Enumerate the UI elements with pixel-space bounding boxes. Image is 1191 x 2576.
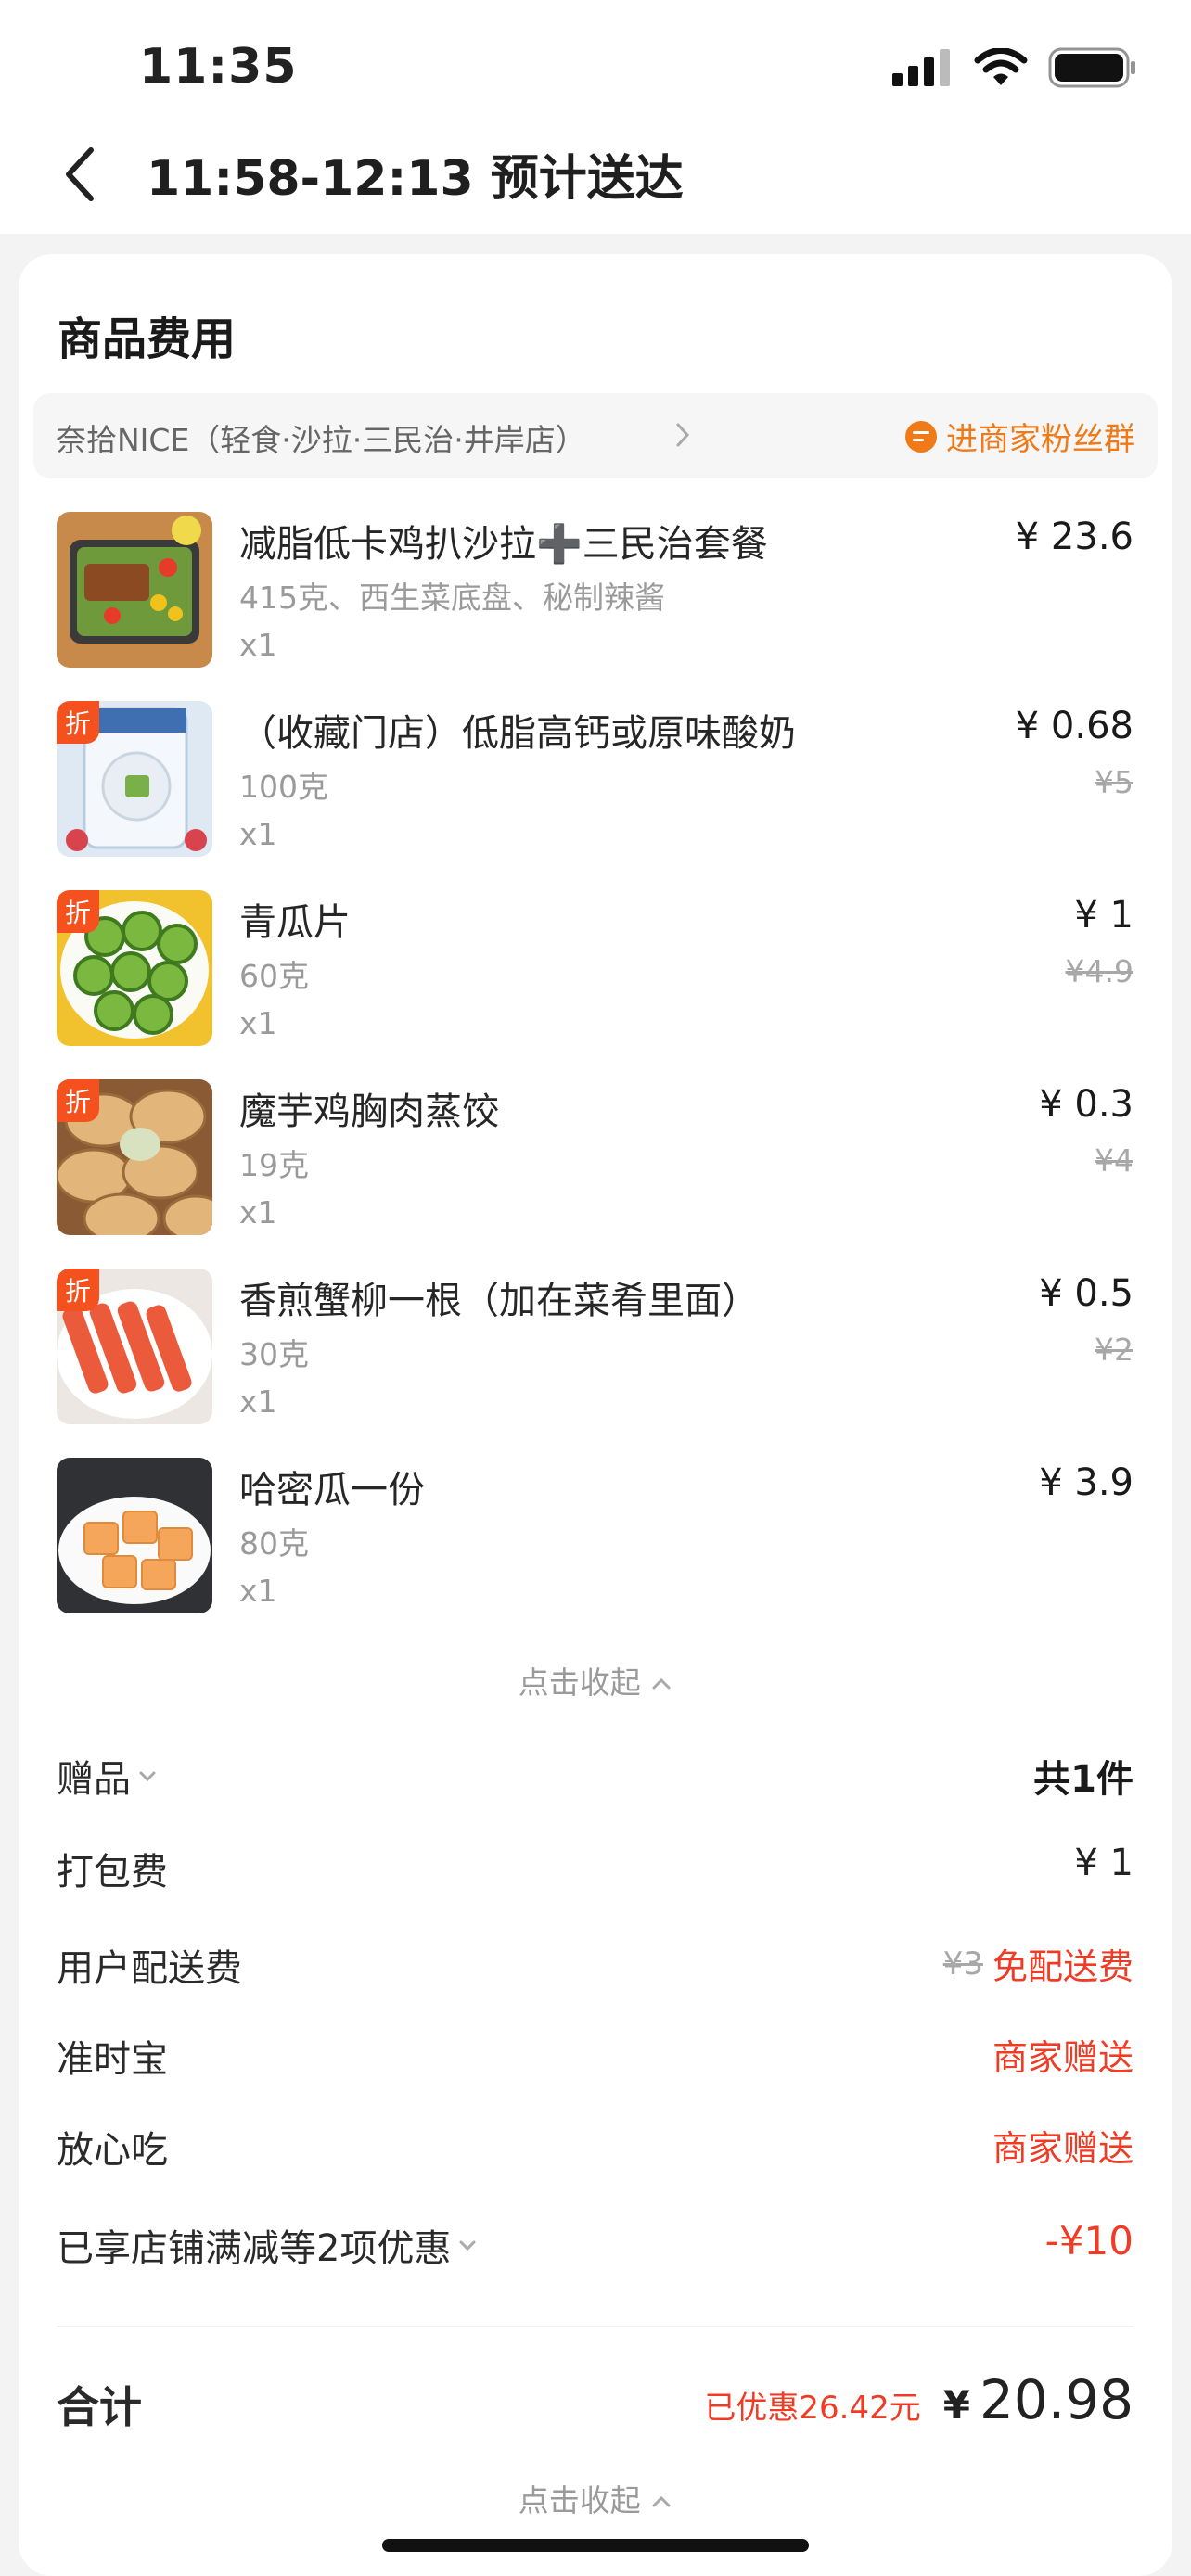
gift-label-wrap: 赠品 — [57, 1749, 159, 1803]
gift-label: 赠品 — [57, 1758, 131, 1801]
melon-image — [57, 1458, 212, 1613]
signal-icon — [892, 49, 950, 86]
order-item[interactable]: 折 （收藏门店）低脂高钙或原味酸奶 100克 x1 ¥ 0.68 ¥5 — [19, 701, 1172, 868]
delivery-value: 免配送费 — [992, 1946, 1133, 1987]
back-arrow-icon[interactable] — [54, 141, 109, 208]
collapse-label: 点击收起 — [518, 1664, 641, 1701]
item-name: （收藏门店）低脂高钙或原味酸奶 — [239, 712, 796, 755]
item-spec: 30克 — [239, 1336, 309, 1372]
dumpling-image: 折 — [57, 1079, 212, 1235]
item-price: ¥ 0.5 — [1039, 1272, 1133, 1315]
divider — [57, 2326, 1134, 2327]
discount-badge: 折 — [57, 701, 99, 744]
safe-value: 商家赠送 — [992, 2128, 1133, 2169]
discount-badge: 折 — [57, 1269, 99, 1311]
order-item[interactable]: 折 青瓜片 60克 x1 ¥ 1 ¥4.9 — [19, 890, 1172, 1057]
item-qty: x1 — [239, 627, 277, 663]
ontime-row: 准时宝 商家赠送 — [19, 2021, 1172, 2086]
item-name: 哈密瓜一份 — [239, 1469, 425, 1511]
chevron-right-icon — [676, 423, 690, 447]
chevron-up-icon — [652, 1677, 671, 1690]
item-price: ¥ 3.9 — [1039, 1461, 1133, 1504]
item-name: 减脂低卡鸡扒沙拉➕三民治套餐 — [239, 523, 768, 566]
total-value-wrap: 已优惠26.42元 ¥ 20.98 — [704, 2368, 1133, 2431]
delivery-original-fee: ¥3 — [942, 1945, 983, 1983]
total-amount: 20.98 — [979, 2368, 1133, 2431]
yogurt-image: 折 — [57, 701, 212, 857]
packing-fee-row: 打包费 ¥ 1 — [19, 1834, 1172, 1899]
shop-bar[interactable]: 奈拾NICE（轻食·沙拉·三民治·井岸店） 进商家粉丝群 — [33, 393, 1158, 478]
item-qty: x1 — [239, 1384, 277, 1420]
discount-label-wrap: 已享店铺满减等2项优惠 — [57, 2218, 479, 2272]
item-price: ¥ 23.6 — [1015, 516, 1133, 558]
total-saved: 已优惠26.42元 — [704, 2390, 921, 2427]
fans-group-label: 进商家粉丝群 — [946, 421, 1135, 458]
item-spec: 19克 — [239, 1147, 309, 1183]
item-price: ¥ 0.68 — [1015, 705, 1133, 747]
discount-row[interactable]: 已享店铺满减等2项优惠 -¥10 — [19, 2211, 1172, 2276]
wifi-icon — [974, 48, 1028, 85]
crab-stick-image: 折 — [57, 1269, 212, 1424]
order-item[interactable]: 折 魔芋鸡胸肉蒸饺 19克 x1 ¥ 0.3 ¥4 — [19, 1079, 1172, 1246]
discount-label: 已享店铺满减等2项优惠 — [57, 2227, 452, 2270]
battery-icon — [1048, 47, 1135, 88]
collapse-fees-button[interactable]: 点击收起 — [19, 2476, 1172, 2520]
chevron-up-icon — [652, 2495, 671, 2507]
item-spec: 415克、西生菜底盘、秘制辣酱 — [239, 580, 665, 616]
order-item[interactable]: 减脂低卡鸡扒沙拉➕三民治套餐 415克、西生菜底盘、秘制辣酱 x1 ¥ 23.6 — [19, 512, 1172, 679]
delivery-fee-row: 用户配送费 ¥3 免配送费 — [19, 1931, 1172, 1996]
total-currency: ¥ — [942, 2382, 970, 2428]
item-qty: x1 — [239, 1194, 277, 1231]
collapse-items-button[interactable]: 点击收起 — [19, 1658, 1172, 1702]
item-spec: 100克 — [239, 769, 328, 805]
item-original-price: ¥5 — [1095, 764, 1133, 800]
ontime-value: 商家赠送 — [992, 2037, 1133, 2078]
safe-eat-row: 放心吃 商家赠送 — [19, 2112, 1172, 2177]
status-icons — [892, 46, 1137, 89]
home-indicator[interactable] — [382, 2539, 809, 2552]
gift-row[interactable]: 赠品 共1件 — [19, 1741, 1172, 1806]
page-title: 11:58-12:13 预计送达 — [147, 151, 684, 207]
delivery-value-wrap: ¥3 免配送费 — [943, 1938, 1133, 1989]
packing-value: ¥ 1 — [1074, 1842, 1133, 1884]
safe-label: 放心吃 — [57, 2129, 168, 2172]
salad-image — [57, 512, 212, 668]
collapse-label: 点击收起 — [518, 2482, 641, 2519]
chevron-down-icon — [459, 2240, 476, 2251]
chevron-down-icon — [139, 1771, 156, 1782]
item-original-price: ¥4.9 — [1065, 953, 1133, 989]
shop-name[interactable]: 奈拾NICE（轻食·沙拉·三民治·井岸店） — [56, 415, 586, 460]
item-qty: x1 — [239, 1005, 277, 1041]
item-original-price: ¥4 — [1095, 1142, 1133, 1179]
item-name: 魔芋鸡胸肉蒸饺 — [239, 1090, 499, 1133]
item-name: 香煎蟹柳一根（加在菜肴里面） — [239, 1280, 759, 1322]
item-price: ¥ 1 — [1074, 894, 1133, 937]
status-time: 11:35 — [139, 39, 298, 95]
cucumber-image: 折 — [57, 890, 212, 1046]
gift-value: 共1件 — [1033, 1758, 1133, 1801]
delivery-label: 用户配送费 — [57, 1947, 242, 1990]
fans-group-link[interactable]: 进商家粉丝群 — [903, 414, 1135, 459]
item-name: 青瓜片 — [239, 901, 351, 944]
item-spec: 80克 — [239, 1525, 309, 1562]
order-item[interactable]: 折 香煎蟹柳一根（加在菜肴里面） 30克 x1 ¥ 0.5 ¥2 — [19, 1269, 1172, 1435]
discount-badge: 折 — [57, 890, 99, 933]
order-fee-card: 商品费用 奈拾NICE（轻食·沙拉·三民治·井岸店） 进商家粉丝群 减脂低卡鸡扒… — [19, 254, 1172, 2576]
order-item[interactable]: 哈密瓜一份 80克 x1 ¥ 3.9 — [19, 1458, 1172, 1625]
chat-bubble-icon — [905, 420, 937, 453]
discount-badge: 折 — [57, 1079, 99, 1122]
top-bar: 11:35 11:58-12:13 预计送达 — [0, 0, 1191, 234]
ontime-label: 准时宝 — [57, 2038, 168, 2081]
item-qty: x1 — [239, 1573, 277, 1609]
item-spec: 60克 — [239, 958, 309, 994]
item-original-price: ¥2 — [1095, 1332, 1133, 1368]
total-row: 合计 已优惠26.42元 ¥ 20.98 — [19, 2368, 1172, 2452]
discount-value: -¥10 — [1044, 2218, 1133, 2264]
total-label: 合计 — [57, 2382, 142, 2432]
section-title: 商品费用 — [58, 313, 237, 365]
item-qty: x1 — [239, 816, 277, 852]
item-price: ¥ 0.3 — [1039, 1083, 1133, 1126]
packing-label: 打包费 — [57, 1851, 168, 1894]
